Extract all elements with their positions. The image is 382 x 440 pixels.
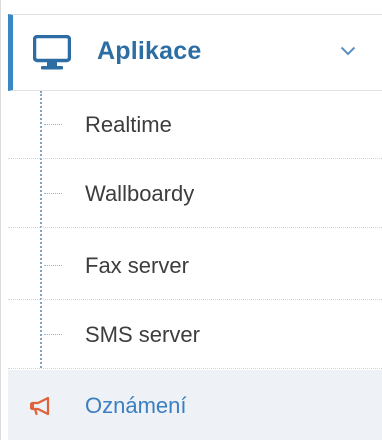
- divider: [8, 158, 382, 159]
- menu-item-label: Wallboardy: [85, 181, 195, 206]
- divider: [8, 227, 382, 228]
- megaphone-icon: [30, 396, 50, 416]
- tree-branch: [44, 124, 62, 125]
- menu-item-fax-server[interactable]: Fax server: [8, 232, 382, 300]
- section-title: Aplikace: [97, 37, 202, 65]
- divider: [8, 368, 382, 369]
- monitor-icon: [33, 35, 71, 70]
- divider: [8, 299, 382, 300]
- chevron-down-icon[interactable]: [340, 45, 356, 57]
- menu-item-label: SMS server: [85, 322, 200, 347]
- tree-branch: [44, 265, 62, 266]
- menu-item-label: Realtime: [85, 112, 172, 137]
- menu-item-sms-server[interactable]: SMS server: [8, 301, 382, 369]
- tree-branch: [44, 193, 62, 194]
- menu-item-label: Fax server: [85, 253, 189, 278]
- menu-section-header-aplikace[interactable]: Aplikace: [8, 14, 382, 91]
- menu-item-wallboardy[interactable]: Wallboardy: [8, 160, 382, 228]
- menu-item-oznameni[interactable]: Oznámení: [8, 370, 382, 440]
- menu-item-realtime[interactable]: Realtime: [8, 91, 382, 159]
- sidebar-menu: Aplikace Realtime Wallboardy Fax server …: [0, 0, 382, 440]
- tree-branch: [44, 334, 62, 335]
- menu-item-label: Oznámení: [85, 393, 187, 418]
